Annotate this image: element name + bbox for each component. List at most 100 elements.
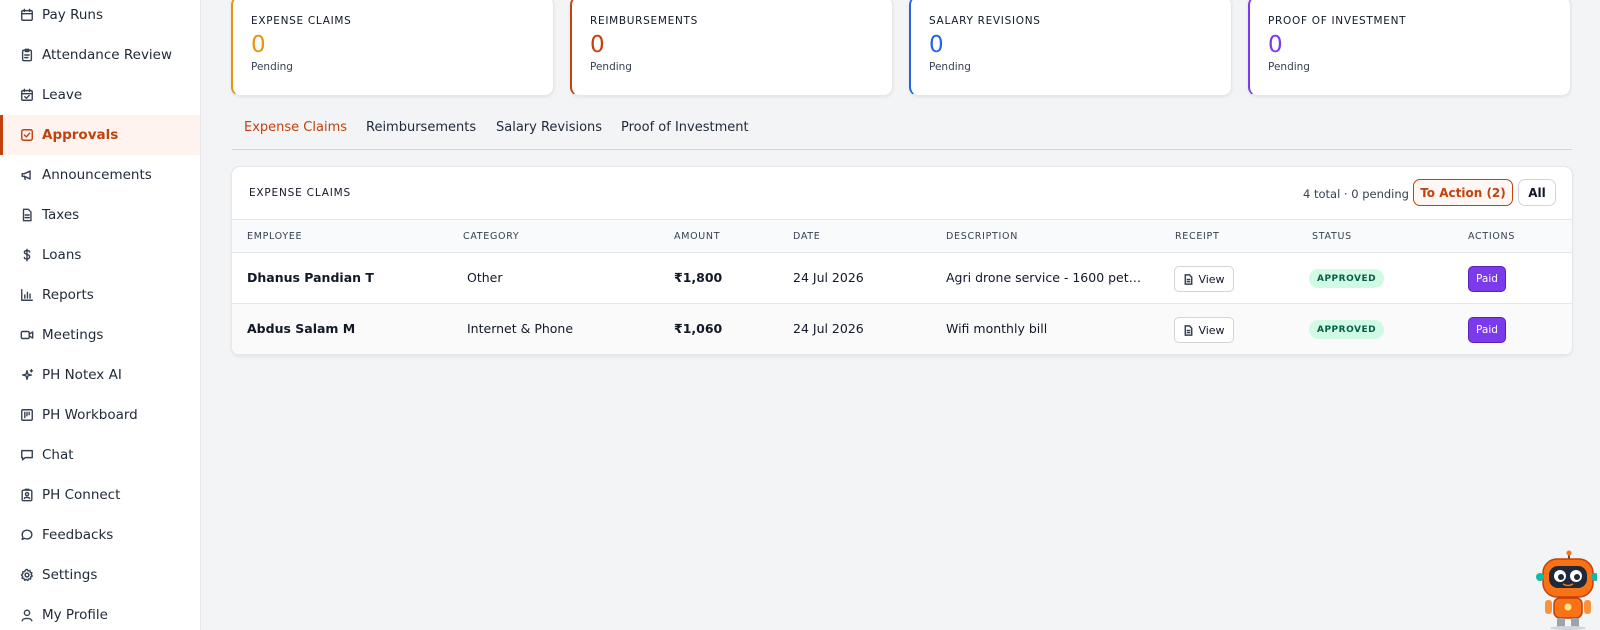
column-header-category: CATEGORY (463, 231, 520, 242)
gear-icon (19, 568, 34, 583)
contact-card-icon (19, 488, 34, 503)
bar-chart-icon (19, 288, 34, 303)
view-receipt-label: View (1198, 323, 1225, 337)
sidebar-item-label: Leave (42, 87, 83, 103)
column-header-description: DESCRIPTION (946, 231, 1019, 242)
sidebar-item-attendance-review[interactable]: Attendance Review (0, 35, 200, 75)
file-icon (1184, 273, 1193, 285)
sidebar-item-label: PH Connect (42, 487, 121, 503)
reimbursements-card[interactable]: REIMBURSEMENTS 0 Pending (570, 0, 893, 96)
video-icon (19, 328, 34, 343)
card-count: 0 (590, 32, 605, 58)
card-title: REIMBURSEMENTS (590, 15, 698, 27)
card-subtitle: Pending (929, 61, 971, 73)
checkbox-icon (19, 128, 34, 143)
sidebar-item-label: Chat (42, 447, 74, 463)
sidebar-item-label: PH Notex AI (42, 367, 122, 383)
sidebar-item-label: Meetings (42, 327, 104, 343)
card-subtitle: Pending (1268, 61, 1310, 73)
sidebar-item-settings[interactable]: Settings (0, 555, 200, 595)
view-receipt-button[interactable]: View (1174, 317, 1234, 343)
to-action-filter-button[interactable]: To Action (2) (1413, 179, 1513, 206)
sidebar-item-pay-runs[interactable]: Pay Runs (0, 0, 200, 35)
column-header-receipt: RECEIPT (1175, 231, 1220, 242)
view-receipt-label: View (1198, 272, 1225, 286)
card-subtitle: Pending (251, 61, 293, 73)
sidebar-item-label: Pay Runs (42, 7, 104, 23)
expense-claims-panel: EXPENSE CLAIMS 4 total · 0 pending To Ac… (231, 166, 1573, 356)
approvals-tabs: Expense Claims Reimbursements Salary Rev… (232, 110, 1572, 150)
sidebar-item-taxes[interactable]: Taxes (0, 195, 200, 235)
clipboard-icon (19, 48, 34, 63)
sidebar-item-label: Settings (42, 567, 98, 583)
megaphone-icon (19, 168, 34, 183)
tab-salary-revisions[interactable]: Salary Revisions (496, 120, 602, 135)
sidebar-item-announcements[interactable]: Announcements (0, 155, 200, 195)
claim-amount: ₹1,060 (674, 321, 723, 336)
all-filter-button[interactable]: All (1518, 179, 1556, 206)
sidebar-item-my-profile[interactable]: My Profile (0, 595, 200, 630)
sidebar-item-ph-notex-ai[interactable]: PH Notex AI (0, 355, 200, 395)
claim-description: Agri drone service - 1600 petrol... (946, 270, 1146, 285)
claims-summary: 4 total · 0 pending (1303, 187, 1409, 201)
proof-of-investment-card[interactable]: PROOF OF INVESTMENT 0 Pending (1248, 0, 1571, 96)
claim-date: 24 Jul 2026 (793, 321, 864, 336)
expense-claims-card[interactable]: EXPENSE CLAIMS 0 Pending (231, 0, 554, 96)
sidebar: Pay Runs Attendance Review Leave Approva… (0, 0, 201, 630)
sidebar-item-leave[interactable]: Leave (0, 75, 200, 115)
sidebar-item-feedbacks[interactable]: Feedbacks (0, 515, 200, 555)
claim-date: 24 Jul 2026 (793, 270, 864, 285)
kanban-icon (19, 408, 34, 423)
tab-reimbursements[interactable]: Reimbursements (366, 120, 476, 135)
salary-revisions-card[interactable]: SALARY REVISIONS 0 Pending (909, 0, 1232, 96)
panel-title: EXPENSE CLAIMS (249, 187, 351, 199)
assistant-robot-icon[interactable] (1535, 550, 1597, 630)
table-header: EMPLOYEE CATEGORY AMOUNT DATE DESCRIPTIO… (232, 219, 1572, 253)
sidebar-item-label: Approvals (42, 127, 119, 143)
sidebar-item-label: Reports (42, 287, 94, 303)
card-subtitle: Pending (590, 61, 632, 73)
column-header-amount: AMOUNT (674, 231, 721, 242)
user-icon (19, 608, 34, 623)
table-row[interactable]: Dhanus Pandian T Other ₹1,800 24 Jul 202… (232, 253, 1572, 304)
card-count: 0 (251, 32, 266, 58)
claim-category: Other (467, 270, 503, 285)
calendar-icon (19, 8, 34, 23)
file-icon (1184, 324, 1193, 336)
employee-name: Abdus Salam M (247, 321, 356, 336)
view-receipt-button[interactable]: View (1174, 266, 1234, 292)
message-circle-icon (19, 528, 34, 543)
tab-proof-of-investment[interactable]: Proof of Investment (621, 120, 749, 135)
claim-amount: ₹1,800 (674, 270, 723, 285)
card-title: PROOF OF INVESTMENT (1268, 15, 1407, 27)
sidebar-item-label: PH Workboard (42, 407, 138, 423)
card-count: 0 (929, 32, 944, 58)
sidebar-item-label: Taxes (42, 207, 80, 223)
dollar-icon (19, 248, 34, 263)
paid-button[interactable]: Paid (1468, 266, 1506, 292)
status-badge: APPROVED (1309, 320, 1385, 339)
sidebar-item-label: Loans (42, 247, 82, 263)
claim-category: Internet & Phone (467, 321, 574, 336)
sidebar-item-chat[interactable]: Chat (0, 435, 200, 475)
column-header-date: DATE (793, 231, 821, 242)
claim-description: Wifi monthly bill (946, 321, 1048, 336)
sidebar-item-approvals[interactable]: Approvals (0, 115, 200, 155)
sidebar-item-ph-workboard[interactable]: PH Workboard (0, 395, 200, 435)
sidebar-item-label: Feedbacks (42, 527, 114, 543)
sidebar-item-reports[interactable]: Reports (0, 275, 200, 315)
paid-button[interactable]: Paid (1468, 317, 1506, 343)
card-count: 0 (1268, 32, 1283, 58)
document-icon (19, 208, 34, 223)
sidebar-item-meetings[interactable]: Meetings (0, 315, 200, 355)
table-row[interactable]: Abdus Salam M Internet & Phone ₹1,060 24… (232, 304, 1572, 355)
chat-icon (19, 448, 34, 463)
sidebar-item-ph-connect[interactable]: PH Connect (0, 475, 200, 515)
sidebar-item-loans[interactable]: Loans (0, 235, 200, 275)
column-header-employee: EMPLOYEE (247, 231, 303, 242)
card-title: SALARY REVISIONS (929, 15, 1041, 27)
employee-name: Dhanus Pandian T (247, 270, 374, 285)
column-header-status: STATUS (1312, 231, 1352, 242)
status-badge: APPROVED (1309, 269, 1385, 288)
tab-expense-claims[interactable]: Expense Claims (244, 120, 347, 135)
